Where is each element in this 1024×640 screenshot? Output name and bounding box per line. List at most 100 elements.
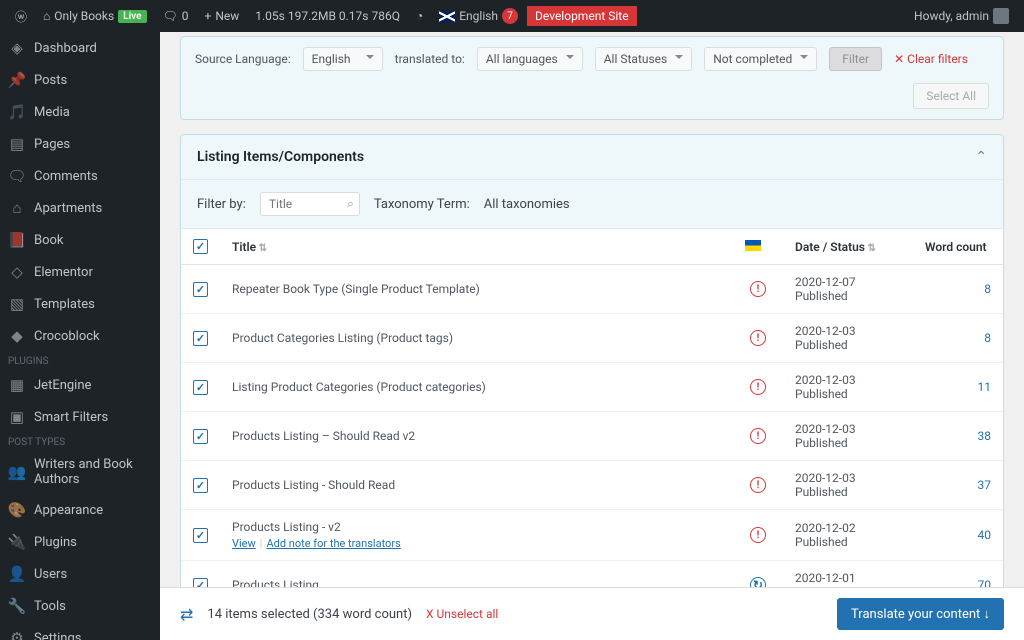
wordpress-icon: ⓦ [15, 8, 27, 25]
word-count-link[interactable]: 37 [978, 478, 992, 492]
translation-status-icon[interactable] [750, 527, 766, 543]
admin-bar: ⓦ ⌂Only BooksLive 🗨0 +New 1.05s 197.2MB … [0, 0, 1024, 32]
menu-icon: 🔧 [8, 597, 26, 615]
source-lang-label: Source Language: [195, 52, 291, 66]
translation-status-icon[interactable] [750, 330, 766, 346]
title-filter-input[interactable] [260, 192, 360, 216]
sidebar-item-apartments[interactable]: ⌂Apartments [0, 192, 160, 224]
translation-status-icon[interactable] [750, 428, 766, 444]
title-column-header[interactable]: Title [220, 229, 733, 265]
word-count-link[interactable]: 8 [984, 331, 991, 345]
completion-select[interactable]: Not completed [704, 47, 817, 71]
table-row: Products Listing - v2View|Add note for t… [181, 510, 1003, 561]
dev-site-badge: Development Site [527, 6, 637, 26]
sidebar-item-tools[interactable]: 🔧Tools [0, 590, 160, 622]
unselect-all-link[interactable]: X Unselect all [426, 607, 498, 621]
menu-icon: 🎨 [8, 501, 26, 519]
sidebar-item-templates[interactable]: ▧Templates [0, 288, 160, 320]
filter-button[interactable]: Filter [829, 47, 882, 71]
listing-panel: Listing Items/Components ⌃ Filter by: ⌕ … [180, 134, 1004, 640]
sidebar-item-smart-filters[interactable]: ▣Smart Filters [0, 401, 160, 433]
target-lang-select[interactable]: All languages [477, 47, 583, 71]
table-row: Products Listing – Should Read v22020-12… [181, 412, 1003, 461]
plus-icon: + [205, 9, 212, 23]
table-row: Products Listing - Should Read2020-12-03… [181, 461, 1003, 510]
comments-count[interactable]: 🗨0 [156, 0, 196, 32]
sidebar-item-comments[interactable]: 🗨Comments [0, 160, 160, 192]
wordcount-column-header: Word count [913, 229, 1003, 265]
sidebar-item-book[interactable]: 📕Book [0, 224, 160, 256]
menu-icon: ▧ [8, 295, 26, 313]
word-count-link[interactable]: 8 [984, 282, 991, 296]
howdy-user[interactable]: Howdy, admin [907, 0, 1016, 32]
sidebar-item-settings[interactable]: ⚙Settings [0, 622, 160, 640]
clear-filters-link[interactable]: ✕Clear filters [894, 52, 968, 66]
row-checkbox[interactable] [193, 331, 208, 346]
row-title: Listing Product Categories (Product cate… [220, 363, 733, 412]
close-icon: ✕ [894, 52, 904, 66]
translation-status-icon[interactable] [750, 379, 766, 395]
separator: POST TYPES [0, 433, 160, 450]
row-date-status: 2020-12-03Published [783, 363, 913, 412]
add-note-link[interactable]: Add note for the translators [266, 537, 400, 550]
row-date-status: 2020-12-02Published [783, 510, 913, 561]
main-content: Source Language: English translated to: … [160, 32, 1024, 640]
row-checkbox[interactable] [193, 380, 208, 395]
uk-flag-icon [439, 11, 455, 22]
date-column-header[interactable]: Date / Status [783, 229, 913, 265]
admin-sidebar: ◈Dashboard📌Posts🎵Media▤Pages🗨Comments⌂Ap… [0, 32, 160, 640]
lang-count-badge: 7 [502, 8, 518, 24]
word-count-link[interactable]: 11 [978, 380, 992, 394]
collapse-icon[interactable]: ⌃ [975, 149, 987, 165]
new-content[interactable]: +New [198, 0, 247, 32]
table-row: Product Categories Listing (Product tags… [181, 314, 1003, 363]
menu-icon: 👥 [8, 463, 26, 481]
sidebar-item-jetengine[interactable]: ▦JetEngine [0, 369, 160, 401]
sidebar-item-posts[interactable]: 📌Posts [0, 64, 160, 96]
menu-icon: 📕 [8, 231, 26, 249]
row-actions: View|Add note for the translators [232, 537, 721, 550]
source-lang-select[interactable]: English [303, 47, 383, 71]
row-checkbox[interactable] [193, 528, 208, 543]
separator: PLUGINS [0, 352, 160, 369]
row-checkbox[interactable] [193, 429, 208, 444]
row-title: Products Listing - Should Read [220, 461, 733, 510]
row-checkbox[interactable] [193, 478, 208, 493]
select-all-checkbox[interactable] [193, 239, 208, 254]
ukraine-flag-icon [745, 240, 761, 251]
sidebar-item-crocoblock[interactable]: ◆Crocoblock [0, 320, 160, 352]
row-date-status: 2020-12-03Published [783, 314, 913, 363]
word-count-link[interactable]: 40 [978, 528, 992, 542]
sidebar-item-writers-and-book-authors[interactable]: 👥Writers and Book Authors [0, 450, 160, 494]
site-name[interactable]: ⌂Only BooksLive [36, 0, 154, 32]
translation-status-icon[interactable] [750, 281, 766, 297]
language-switch[interactable]: English7 [432, 0, 525, 32]
wp-logo[interactable]: ⓦ [8, 0, 34, 32]
sidebar-item-appearance[interactable]: 🎨Appearance [0, 494, 160, 526]
taxonomy-select[interactable]: All taxonomies [484, 197, 570, 212]
row-title: Product Categories Listing (Product tags… [220, 314, 733, 363]
qm-icon[interactable]: ◔ [409, 0, 430, 32]
menu-icon: ◈ [8, 39, 26, 57]
sidebar-item-elementor[interactable]: ◇Elementor [0, 256, 160, 288]
query-monitor[interactable]: 1.05s 197.2MB 0.17s 786Q [248, 0, 407, 32]
sidebar-item-pages[interactable]: ▤Pages [0, 128, 160, 160]
comment-icon: 🗨 [163, 9, 178, 23]
sidebar-item-dashboard[interactable]: ◈Dashboard [0, 32, 160, 64]
sidebar-item-media[interactable]: 🎵Media [0, 96, 160, 128]
translation-status-icon[interactable] [750, 477, 766, 493]
sidebar-item-users[interactable]: 👤Users [0, 558, 160, 590]
view-link[interactable]: View [232, 537, 256, 550]
items-table: Title Date / Status Word count Repeater … [181, 229, 1003, 640]
status-select[interactable]: All Statuses [595, 47, 693, 71]
translated-to-label: translated to: [395, 52, 465, 66]
menu-icon: ⌂ [8, 199, 26, 217]
live-badge: Live [118, 10, 146, 23]
menu-icon: ⚙ [8, 629, 26, 640]
word-count-link[interactable]: 38 [978, 429, 992, 443]
translate-content-button[interactable]: Translate your content ↓ [837, 598, 1004, 630]
sidebar-item-plugins[interactable]: 🔌Plugins [0, 526, 160, 558]
row-checkbox[interactable] [193, 282, 208, 297]
select-all-button[interactable]: Select All [913, 83, 989, 109]
menu-icon: ▦ [8, 376, 26, 394]
